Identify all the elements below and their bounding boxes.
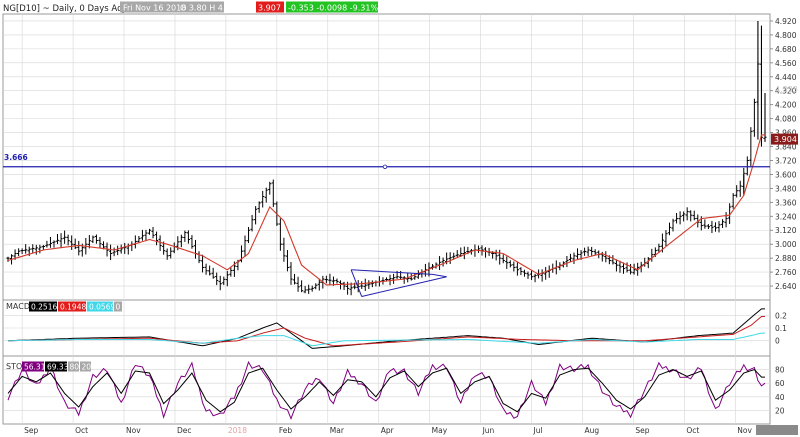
sto-tick-label: 80	[775, 366, 785, 375]
macd-tick-label: 0.2	[775, 311, 787, 320]
macd-label: MACD	[6, 302, 30, 311]
x-tick-label: Apr	[381, 426, 395, 435]
macd-tick-label: 0.1	[775, 324, 787, 333]
ohlc-label: O 3.80 H 4.15 L 3.80	[180, 4, 263, 13]
sto-lower-label: 20	[82, 363, 92, 372]
price-tick-label: 2.880	[775, 254, 797, 263]
x-tick-label: Nov	[126, 426, 141, 435]
x-tick-label: Dec	[177, 426, 192, 435]
price-tick-label: 3.120	[775, 226, 797, 235]
support-level-anchor	[382, 164, 388, 169]
price-tick-label: 4.200	[775, 101, 797, 110]
x-tick-label: Sep	[24, 426, 38, 435]
macd-tick-label: 0	[775, 337, 780, 346]
x-tick-label: Mar	[330, 426, 345, 435]
macd-zero-label: 0	[116, 303, 121, 312]
x-tick-label: Jun	[482, 426, 495, 435]
x-tick-label: Aug	[584, 426, 599, 435]
ghost-value-label: 4.333	[775, 85, 798, 94]
last-value-label: 3.904	[774, 135, 797, 144]
sto-label: STO	[6, 362, 22, 371]
x-tick-label: Nov	[737, 426, 752, 435]
sto-tick-label: 40	[775, 393, 785, 402]
price-tick-label: 4.800	[775, 31, 797, 40]
price-tick-label: 4.920	[775, 17, 797, 26]
x-tick-label: Jul	[533, 426, 543, 435]
x-tick-label: Oct	[75, 426, 88, 435]
date-label: Fri Nov 16 2018	[123, 4, 186, 13]
price-tick-label: 3.000	[775, 240, 797, 249]
support-level-label: 3.666	[4, 153, 28, 162]
sto-upper-label: 80	[70, 363, 80, 372]
price-tick-label: 3.360	[775, 198, 797, 207]
x-tick-label: May	[432, 426, 448, 435]
sto-tick-label: 60	[775, 379, 785, 388]
price-tick-label: 3.480	[775, 184, 797, 193]
price-tick-label: 3.720	[775, 156, 797, 165]
x-tick-label: Feb	[279, 426, 293, 435]
sto-d-value-label: 69.33	[47, 363, 69, 372]
x-tick-label: Oct	[686, 426, 699, 435]
price-tick-label: 3.240	[775, 212, 797, 221]
natural-gas-chart: NG[D10] ~ Daily, 0 Days Adj Fri Nov 16 2…	[0, 0, 800, 437]
scrollbar-thumb[interactable]	[756, 425, 798, 435]
x-tick-label: 2018	[228, 426, 247, 435]
price-tick-label: 4.680	[775, 45, 797, 54]
x-tick-label: Sep	[635, 426, 649, 435]
price-tick-label: 4.080	[775, 115, 797, 124]
sto-tick-label: 20	[775, 406, 785, 415]
histogram-value-label: 0.0569	[89, 303, 115, 312]
symbol-label: NG[D10] ~ Daily, 0 Days Adj	[3, 4, 125, 14]
last-price-label: 3.907	[258, 4, 281, 13]
sto-k-value-label: 56.31	[24, 363, 46, 372]
change-label: -0.353 -0.0098 -9.31%	[288, 4, 378, 13]
price-tick-label: 2.640	[775, 282, 797, 291]
price-tick-label: 2.760	[775, 268, 797, 277]
price-tick-label: 4.560	[775, 59, 797, 68]
price-tick-label: 3.600	[775, 170, 797, 179]
macd-value-label: 0.2516	[31, 303, 57, 312]
signal-value-label: 0.1948	[60, 303, 86, 312]
price-tick-label: 4.440	[775, 73, 797, 82]
